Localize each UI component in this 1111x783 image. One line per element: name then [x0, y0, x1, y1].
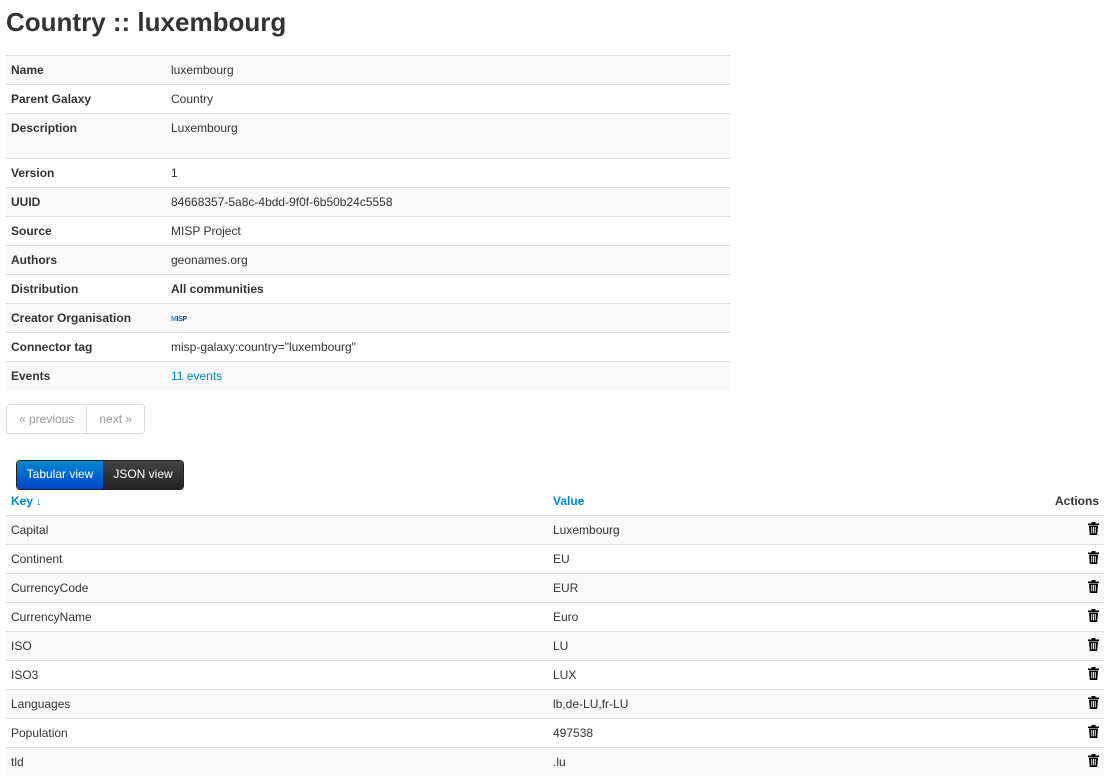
detail-value: geonames.org — [166, 245, 730, 275]
column-header-actions: Actions — [1054, 494, 1099, 508]
misp-logo-text: ISP — [176, 315, 188, 323]
trash-icon[interactable] — [1088, 754, 1099, 770]
element-key: ISO — [6, 631, 548, 661]
detail-row-connector-tag: Connector tag misp-galaxy:country="luxem… — [6, 332, 730, 362]
table-row: tld .lu — [6, 747, 1104, 776]
trash-icon[interactable] — [1088, 638, 1099, 654]
cluster-elements-table: Key ↓ Value Actions Capital Luxembourg Co… — [6, 487, 1104, 776]
trash-icon[interactable] — [1088, 725, 1099, 741]
element-value: .lu — [548, 747, 1014, 776]
detail-key: Authors — [6, 245, 166, 275]
trash-icon[interactable] — [1088, 667, 1099, 683]
element-key: Languages — [6, 689, 548, 719]
element-value: 497538 — [548, 718, 1014, 748]
detail-row-description: Description Luxembourg — [6, 113, 730, 159]
detail-key: Creator Organisation — [6, 303, 166, 333]
detail-key: Version — [6, 158, 166, 188]
detail-row-creator-org: Creator Organisation MISP — [6, 303, 730, 333]
column-header-value[interactable]: Value — [548, 487, 1014, 516]
element-actions — [1014, 718, 1104, 748]
detail-value: 1 — [166, 158, 730, 188]
tab-json-view[interactable]: JSON view — [103, 461, 183, 489]
detail-key: Description — [6, 113, 166, 159]
pagination: « previous next » — [6, 404, 146, 434]
detail-row-uuid: UUID 84668357-5a8c-4bdd-9f0f-6b50b24c555… — [6, 187, 730, 217]
trash-icon[interactable] — [1088, 522, 1099, 538]
detail-row-authors: Authors geonames.org — [6, 245, 730, 275]
element-key: CurrencyCode — [6, 573, 548, 603]
trash-icon[interactable] — [1088, 580, 1099, 596]
view-toggle: Tabular view JSON view — [16, 460, 184, 490]
detail-key: Distribution — [6, 274, 166, 304]
detail-key: Events — [6, 361, 166, 390]
detail-value: Luxembourg — [166, 113, 730, 159]
detail-key: UUID — [6, 187, 166, 217]
galaxy-cluster-details: Name luxembourg Parent Galaxy Country De… — [6, 55, 730, 390]
detail-value: MISP Project — [166, 216, 730, 246]
table-row: Population 497538 — [6, 718, 1104, 748]
table-row: CurrencyName Euro — [6, 602, 1104, 632]
sort-down-icon: ↓ — [36, 496, 42, 508]
element-value: LU — [548, 631, 1014, 661]
detail-row-source: Source MISP Project — [6, 216, 730, 246]
element-key: Population — [6, 718, 548, 748]
element-actions — [1014, 747, 1104, 776]
detail-key: Name — [6, 55, 166, 85]
detail-row-version: Version 1 — [6, 158, 730, 188]
element-value: Luxembourg — [548, 515, 1014, 545]
column-header-key[interactable]: Key ↓ — [6, 487, 548, 516]
tab-tabular-view[interactable]: Tabular view — [17, 461, 103, 489]
trash-icon[interactable] — [1088, 609, 1099, 625]
detail-row-parent-galaxy: Parent Galaxy Country — [6, 84, 730, 114]
element-actions — [1014, 515, 1104, 545]
table-row: ISO3 LUX — [6, 660, 1104, 690]
table-row: Capital Luxembourg — [6, 515, 1104, 545]
events-link[interactable]: 11 events — [171, 369, 222, 383]
detail-value: 11 events — [166, 361, 730, 390]
detail-row-events: Events 11 events — [6, 361, 730, 390]
detail-key: Parent Galaxy — [6, 84, 166, 114]
detail-value: All communities — [166, 274, 730, 304]
table-row: Languages lb,de-LU,fr-LU — [6, 689, 1104, 719]
element-value: EUR — [548, 573, 1014, 603]
trash-icon[interactable] — [1088, 696, 1099, 712]
element-value: EU — [548, 544, 1014, 574]
element-value: LUX — [548, 660, 1014, 690]
element-key: tld — [6, 747, 548, 776]
next-page-button[interactable]: next » — [86, 405, 144, 433]
table-row: Continent EU — [6, 544, 1104, 574]
table-row: ISO LU — [6, 631, 1104, 661]
detail-row-name: Name luxembourg — [6, 55, 730, 85]
column-header-key-label: Key — [11, 494, 34, 508]
element-key: Continent — [6, 544, 548, 574]
element-actions — [1014, 602, 1104, 632]
table-row: CurrencyCode EUR — [6, 573, 1104, 603]
detail-value: luxembourg — [166, 55, 730, 85]
detail-value: Country — [166, 84, 730, 114]
element-value: lb,de-LU,fr-LU — [548, 689, 1014, 719]
misp-org-logo[interactable]: MISP — [171, 312, 187, 328]
detail-key: Source — [6, 216, 166, 246]
element-key: Capital — [6, 515, 548, 545]
element-key: CurrencyName — [6, 602, 548, 632]
detail-value: misp-galaxy:country="luxembourg" — [166, 332, 730, 362]
element-key: ISO3 — [6, 660, 548, 690]
page-title: Country :: luxembourg — [6, 7, 287, 37]
element-actions — [1014, 689, 1104, 719]
table-header-row: Key ↓ Value Actions — [6, 487, 1104, 516]
element-value: Euro — [548, 602, 1014, 632]
element-actions — [1014, 544, 1104, 574]
detail-value: MISP — [166, 303, 730, 333]
element-actions — [1014, 573, 1104, 603]
detail-row-distribution: Distribution All communities — [6, 274, 730, 304]
element-actions — [1014, 631, 1104, 661]
trash-icon[interactable] — [1088, 551, 1099, 567]
detail-key: Connector tag — [6, 332, 166, 362]
detail-value: 84668357-5a8c-4bdd-9f0f-6b50b24c5558 — [166, 187, 730, 217]
previous-page-button[interactable]: « previous — [7, 405, 86, 433]
element-actions — [1014, 660, 1104, 690]
